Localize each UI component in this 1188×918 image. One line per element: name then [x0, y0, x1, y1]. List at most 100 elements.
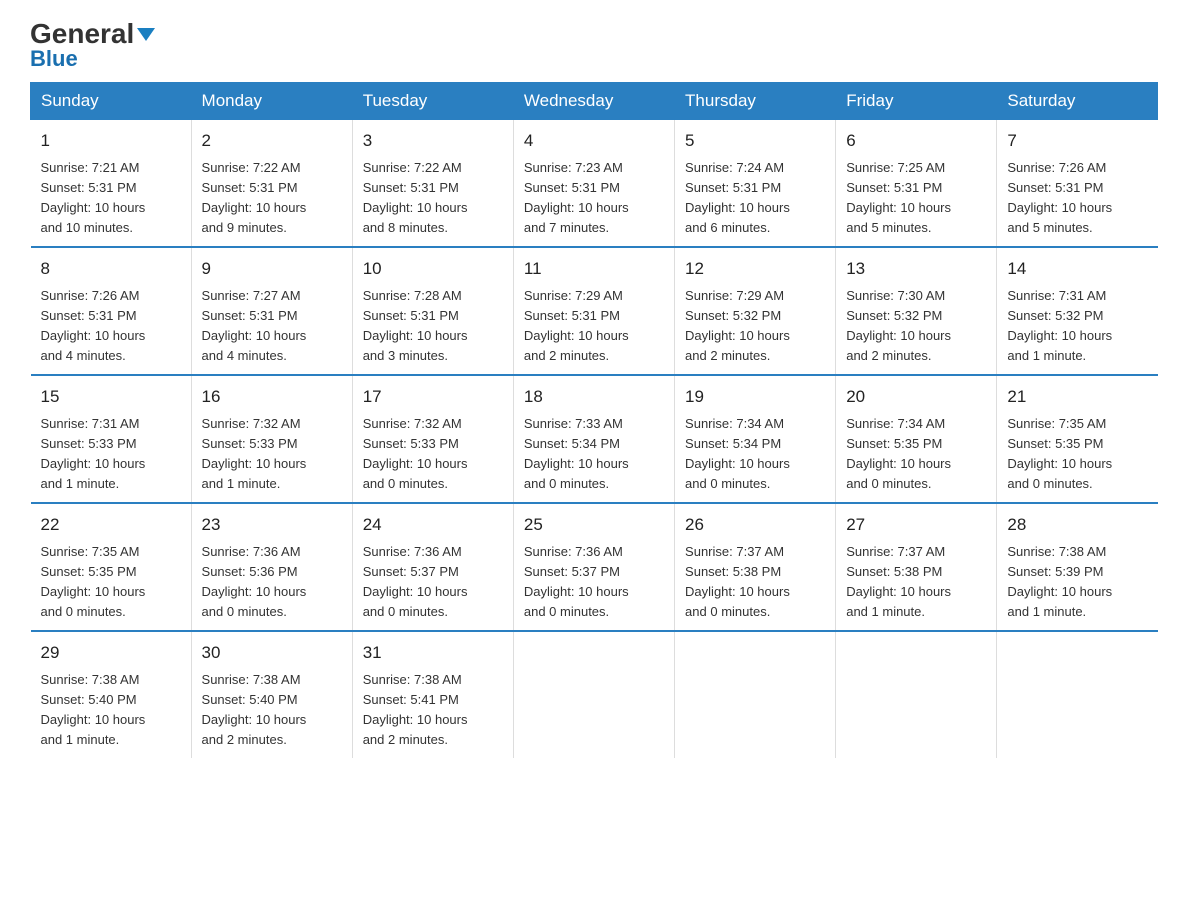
header-sunday: Sunday	[31, 83, 192, 120]
day-number: 31	[363, 640, 503, 666]
header-thursday: Thursday	[675, 83, 836, 120]
day-cell: 13 Sunrise: 7:30 AMSunset: 5:32 PMDaylig…	[836, 247, 997, 375]
day-cell: 5 Sunrise: 7:24 AMSunset: 5:31 PMDayligh…	[675, 120, 836, 248]
day-info: Sunrise: 7:24 AMSunset: 5:31 PMDaylight:…	[685, 158, 825, 239]
header-tuesday: Tuesday	[352, 83, 513, 120]
day-cell	[675, 631, 836, 758]
day-cell: 23 Sunrise: 7:36 AMSunset: 5:36 PMDaylig…	[191, 503, 352, 631]
day-cell: 20 Sunrise: 7:34 AMSunset: 5:35 PMDaylig…	[836, 375, 997, 503]
header-friday: Friday	[836, 83, 997, 120]
page-header: General Blue	[30, 20, 1158, 72]
day-number: 11	[524, 256, 664, 282]
day-cell: 7 Sunrise: 7:26 AMSunset: 5:31 PMDayligh…	[997, 120, 1158, 248]
day-cell: 15 Sunrise: 7:31 AMSunset: 5:33 PMDaylig…	[31, 375, 192, 503]
logo-blue: Blue	[30, 46, 78, 72]
day-info: Sunrise: 7:37 AMSunset: 5:38 PMDaylight:…	[685, 542, 825, 623]
day-info: Sunrise: 7:26 AMSunset: 5:31 PMDaylight:…	[41, 286, 181, 367]
day-cell: 27 Sunrise: 7:37 AMSunset: 5:38 PMDaylig…	[836, 503, 997, 631]
day-info: Sunrise: 7:32 AMSunset: 5:33 PMDaylight:…	[363, 414, 503, 495]
day-info: Sunrise: 7:25 AMSunset: 5:31 PMDaylight:…	[846, 158, 986, 239]
day-info: Sunrise: 7:36 AMSunset: 5:36 PMDaylight:…	[202, 542, 342, 623]
day-info: Sunrise: 7:31 AMSunset: 5:33 PMDaylight:…	[41, 414, 181, 495]
day-cell: 21 Sunrise: 7:35 AMSunset: 5:35 PMDaylig…	[997, 375, 1158, 503]
day-info: Sunrise: 7:30 AMSunset: 5:32 PMDaylight:…	[846, 286, 986, 367]
day-cell: 25 Sunrise: 7:36 AMSunset: 5:37 PMDaylig…	[513, 503, 674, 631]
day-number: 8	[41, 256, 181, 282]
day-info: Sunrise: 7:38 AMSunset: 5:40 PMDaylight:…	[41, 670, 181, 751]
day-cell: 24 Sunrise: 7:36 AMSunset: 5:37 PMDaylig…	[352, 503, 513, 631]
day-number: 17	[363, 384, 503, 410]
day-cell: 17 Sunrise: 7:32 AMSunset: 5:33 PMDaylig…	[352, 375, 513, 503]
week-row-2: 8 Sunrise: 7:26 AMSunset: 5:31 PMDayligh…	[31, 247, 1158, 375]
day-number: 21	[1007, 384, 1147, 410]
day-info: Sunrise: 7:36 AMSunset: 5:37 PMDaylight:…	[524, 542, 664, 623]
header-monday: Monday	[191, 83, 352, 120]
day-cell: 2 Sunrise: 7:22 AMSunset: 5:31 PMDayligh…	[191, 120, 352, 248]
day-cell: 1 Sunrise: 7:21 AMSunset: 5:31 PMDayligh…	[31, 120, 192, 248]
day-info: Sunrise: 7:28 AMSunset: 5:31 PMDaylight:…	[363, 286, 503, 367]
day-info: Sunrise: 7:26 AMSunset: 5:31 PMDaylight:…	[1007, 158, 1147, 239]
day-info: Sunrise: 7:37 AMSunset: 5:38 PMDaylight:…	[846, 542, 986, 623]
day-number: 5	[685, 128, 825, 154]
day-number: 15	[41, 384, 181, 410]
calendar-table: SundayMondayTuesdayWednesdayThursdayFrid…	[30, 82, 1158, 758]
day-number: 10	[363, 256, 503, 282]
day-info: Sunrise: 7:31 AMSunset: 5:32 PMDaylight:…	[1007, 286, 1147, 367]
day-info: Sunrise: 7:32 AMSunset: 5:33 PMDaylight:…	[202, 414, 342, 495]
day-number: 3	[363, 128, 503, 154]
day-cell: 16 Sunrise: 7:32 AMSunset: 5:33 PMDaylig…	[191, 375, 352, 503]
day-number: 29	[41, 640, 181, 666]
day-number: 9	[202, 256, 342, 282]
day-cell: 3 Sunrise: 7:22 AMSunset: 5:31 PMDayligh…	[352, 120, 513, 248]
day-cell: 31 Sunrise: 7:38 AMSunset: 5:41 PMDaylig…	[352, 631, 513, 758]
day-cell: 29 Sunrise: 7:38 AMSunset: 5:40 PMDaylig…	[31, 631, 192, 758]
day-cell: 8 Sunrise: 7:26 AMSunset: 5:31 PMDayligh…	[31, 247, 192, 375]
day-number: 28	[1007, 512, 1147, 538]
day-info: Sunrise: 7:21 AMSunset: 5:31 PMDaylight:…	[41, 158, 181, 239]
day-cell: 4 Sunrise: 7:23 AMSunset: 5:31 PMDayligh…	[513, 120, 674, 248]
day-info: Sunrise: 7:38 AMSunset: 5:40 PMDaylight:…	[202, 670, 342, 751]
day-number: 4	[524, 128, 664, 154]
day-number: 25	[524, 512, 664, 538]
logo: General Blue	[30, 20, 155, 72]
day-cell: 14 Sunrise: 7:31 AMSunset: 5:32 PMDaylig…	[997, 247, 1158, 375]
day-info: Sunrise: 7:22 AMSunset: 5:31 PMDaylight:…	[363, 158, 503, 239]
day-info: Sunrise: 7:29 AMSunset: 5:31 PMDaylight:…	[524, 286, 664, 367]
day-number: 23	[202, 512, 342, 538]
day-cell: 12 Sunrise: 7:29 AMSunset: 5:32 PMDaylig…	[675, 247, 836, 375]
day-number: 24	[363, 512, 503, 538]
day-number: 19	[685, 384, 825, 410]
day-number: 6	[846, 128, 986, 154]
day-cell: 9 Sunrise: 7:27 AMSunset: 5:31 PMDayligh…	[191, 247, 352, 375]
day-info: Sunrise: 7:23 AMSunset: 5:31 PMDaylight:…	[524, 158, 664, 239]
day-number: 27	[846, 512, 986, 538]
week-row-1: 1 Sunrise: 7:21 AMSunset: 5:31 PMDayligh…	[31, 120, 1158, 248]
day-info: Sunrise: 7:38 AMSunset: 5:41 PMDaylight:…	[363, 670, 503, 751]
day-info: Sunrise: 7:36 AMSunset: 5:37 PMDaylight:…	[363, 542, 503, 623]
day-cell: 30 Sunrise: 7:38 AMSunset: 5:40 PMDaylig…	[191, 631, 352, 758]
day-cell: 10 Sunrise: 7:28 AMSunset: 5:31 PMDaylig…	[352, 247, 513, 375]
day-info: Sunrise: 7:35 AMSunset: 5:35 PMDaylight:…	[1007, 414, 1147, 495]
calendar-header-row: SundayMondayTuesdayWednesdayThursdayFrid…	[31, 83, 1158, 120]
header-wednesday: Wednesday	[513, 83, 674, 120]
day-number: 7	[1007, 128, 1147, 154]
day-number: 13	[846, 256, 986, 282]
day-info: Sunrise: 7:38 AMSunset: 5:39 PMDaylight:…	[1007, 542, 1147, 623]
week-row-5: 29 Sunrise: 7:38 AMSunset: 5:40 PMDaylig…	[31, 631, 1158, 758]
day-number: 26	[685, 512, 825, 538]
day-cell	[513, 631, 674, 758]
logo-general: General	[30, 20, 155, 48]
day-cell: 19 Sunrise: 7:34 AMSunset: 5:34 PMDaylig…	[675, 375, 836, 503]
day-number: 12	[685, 256, 825, 282]
day-cell: 28 Sunrise: 7:38 AMSunset: 5:39 PMDaylig…	[997, 503, 1158, 631]
day-number: 1	[41, 128, 181, 154]
day-cell	[997, 631, 1158, 758]
day-info: Sunrise: 7:22 AMSunset: 5:31 PMDaylight:…	[202, 158, 342, 239]
day-number: 18	[524, 384, 664, 410]
day-cell: 6 Sunrise: 7:25 AMSunset: 5:31 PMDayligh…	[836, 120, 997, 248]
week-row-3: 15 Sunrise: 7:31 AMSunset: 5:33 PMDaylig…	[31, 375, 1158, 503]
day-number: 2	[202, 128, 342, 154]
day-number: 14	[1007, 256, 1147, 282]
day-cell	[836, 631, 997, 758]
day-number: 20	[846, 384, 986, 410]
